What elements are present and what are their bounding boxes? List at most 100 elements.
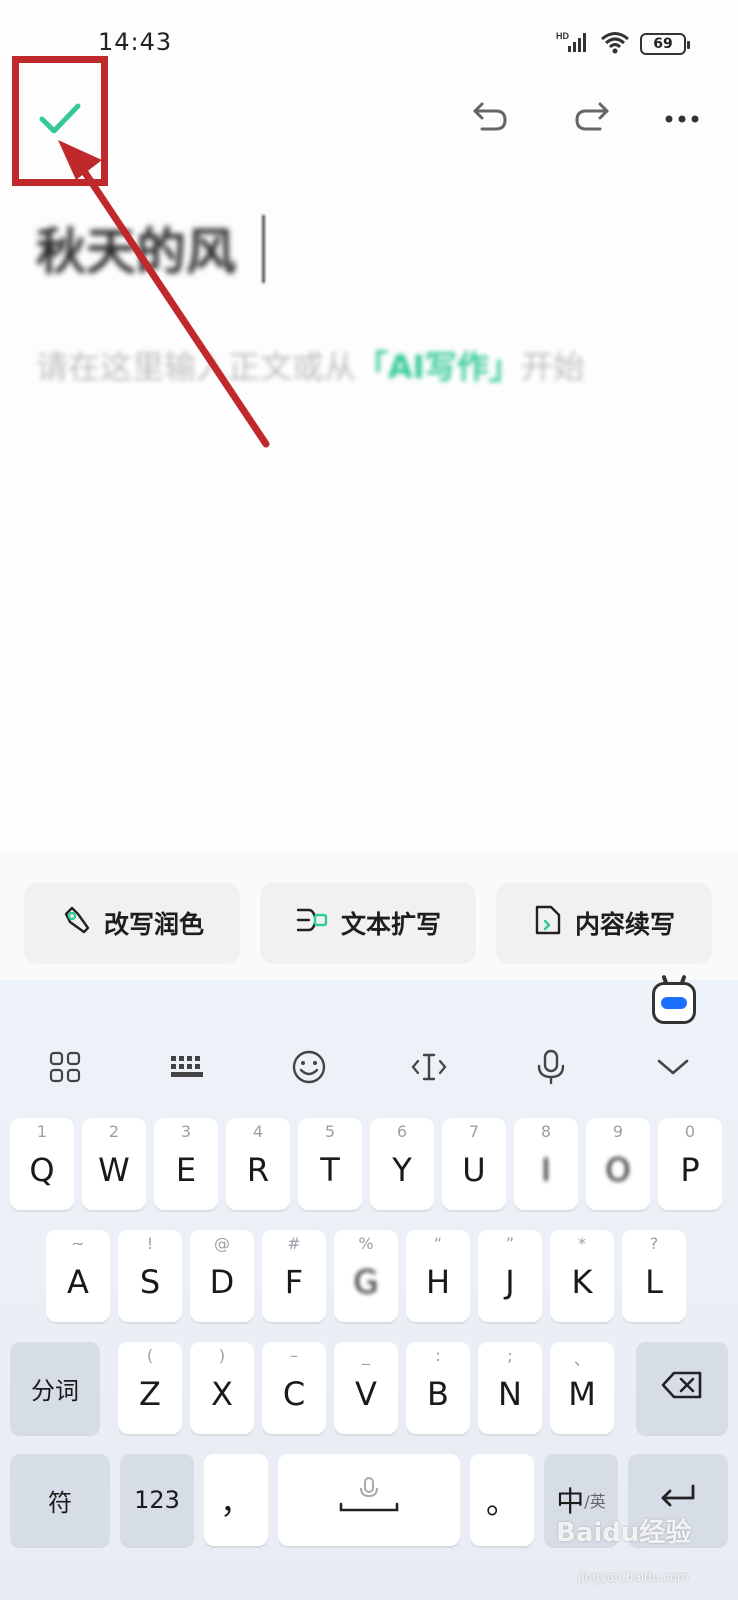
key-label: E [175, 1151, 197, 1189]
key-label: J [505, 1263, 515, 1301]
key-g[interactable]: % G [334, 1230, 398, 1322]
space-key[interactable] [278, 1454, 460, 1546]
smiley-icon [291, 1049, 327, 1089]
key-c[interactable]: – C [262, 1342, 326, 1434]
key-i[interactable]: 8I [514, 1118, 578, 1210]
key-hint: ~ [71, 1234, 85, 1253]
key-j[interactable]: ” J [478, 1230, 542, 1322]
key-d[interactable]: @ D [190, 1230, 254, 1322]
keyboard-layout-button[interactable] [162, 1044, 212, 1094]
apps-grid-button[interactable] [40, 1044, 90, 1094]
status-time: 14:43 [98, 28, 173, 56]
ai-assistant-icon[interactable] [652, 982, 696, 1024]
key-hint: # [287, 1234, 301, 1253]
check-icon [38, 101, 82, 141]
key-label: R [246, 1151, 270, 1189]
status-icons: HD 69 [556, 30, 690, 58]
backspace-key[interactable] [636, 1342, 728, 1434]
ai-action-label: 内容续写 [574, 910, 675, 939]
key-hint: 9 [612, 1122, 624, 1141]
key-u[interactable]: 7U [442, 1118, 506, 1210]
key-hint: ; [507, 1346, 513, 1365]
key-h[interactable]: “H [406, 1230, 470, 1322]
key-y[interactable]: 6Y [370, 1118, 434, 1210]
key-n[interactable]: ; N [478, 1342, 542, 1434]
key-hint: : [435, 1346, 441, 1365]
more-button[interactable] [654, 90, 710, 146]
emoji-button[interactable] [284, 1044, 334, 1094]
key-f[interactable]: # F [262, 1230, 326, 1322]
note-title[interactable]: 秋天的风 [36, 212, 236, 284]
key-hint: 2 [108, 1122, 120, 1141]
redo-button[interactable] [564, 90, 620, 146]
key-l[interactable]: ? L [622, 1230, 686, 1322]
key-hint: 6 [396, 1122, 408, 1141]
key-hint: % [358, 1234, 374, 1253]
wifi-icon [600, 30, 630, 58]
key-v[interactable]: _ V [334, 1342, 398, 1434]
key-hint: * [578, 1234, 586, 1253]
text-caret [262, 215, 265, 283]
body-placeholder[interactable]: 请在这里输入正文或从「AI写作」开始 [36, 342, 585, 388]
key-b[interactable]: :B [406, 1342, 470, 1434]
key-p[interactable]: 0P [658, 1118, 722, 1210]
continue-doc-icon [533, 903, 563, 943]
voice-input-button[interactable] [526, 1044, 576, 1094]
key-hint: _ [362, 1346, 370, 1365]
key-x[interactable]: ) X [190, 1342, 254, 1434]
symbols-key[interactable]: 符 [10, 1454, 110, 1546]
done-button[interactable] [12, 56, 108, 186]
hide-keyboard-button[interactable] [648, 1044, 698, 1094]
key-label: Q [29, 1151, 55, 1189]
key-a[interactable]: ~ A [46, 1230, 110, 1322]
undo-button[interactable] [462, 90, 518, 146]
rewrite-polish-button[interactable]: 改写润色 [24, 882, 240, 964]
key-m[interactable]: 、 M [550, 1342, 614, 1434]
key-hint: 、 [573, 1350, 590, 1369]
key-e[interactable]: 3E [154, 1118, 218, 1210]
key-hint: @ [214, 1234, 230, 1253]
key-r[interactable]: 4R [226, 1118, 290, 1210]
placeholder-suffix: 开始 [520, 348, 585, 386]
key-label: H [425, 1263, 451, 1301]
text-cursor-icon [410, 1051, 448, 1087]
expand-text-icon [295, 905, 329, 941]
key-label: 分词 [31, 1376, 79, 1405]
key-q[interactable]: 1Q [10, 1118, 74, 1210]
cursor-move-button[interactable] [404, 1044, 454, 1094]
comma-key[interactable]: ， [204, 1454, 268, 1546]
key-label: T [320, 1151, 340, 1189]
key-o[interactable]: 9O [586, 1118, 650, 1210]
space-mic-icon [337, 1476, 401, 1524]
magic-wand-icon [60, 904, 92, 942]
key-t[interactable]: 5T [298, 1118, 362, 1210]
more-icon [664, 109, 700, 128]
key-k[interactable]: * K [550, 1230, 614, 1322]
placeholder-prefix: 请在这里输入正文或从 [36, 348, 357, 386]
status-bar: 14:43 HD 69 [0, 0, 738, 80]
split-word-key[interactable]: 分词 [10, 1342, 100, 1434]
key-z[interactable]: (Z [118, 1342, 182, 1434]
key-label: K [571, 1263, 593, 1301]
key-hint: “ [433, 1234, 443, 1253]
key-label: Y [392, 1151, 412, 1189]
continue-writing-button[interactable]: 内容续写 [496, 882, 712, 964]
key-hint: ! [146, 1234, 154, 1253]
key-label: L [645, 1263, 663, 1301]
bot-eyes [661, 997, 687, 1009]
key-label: G [353, 1263, 379, 1301]
key-label: D [209, 1263, 235, 1301]
expand-text-button[interactable]: 文本扩写 [260, 882, 476, 964]
key-hint: 7 [468, 1122, 480, 1141]
key-label: W [98, 1151, 130, 1189]
key-s[interactable]: ! S [118, 1230, 182, 1322]
key-w[interactable]: 2W [82, 1118, 146, 1210]
numbers-key[interactable]: 123 [120, 1454, 194, 1546]
watermark-sub: jingyan.baidu.com [578, 1570, 689, 1584]
period-key[interactable]: 。 [470, 1454, 534, 1546]
key-label: 。 [485, 1483, 518, 1521]
ai-writing-link[interactable]: 「AI写作」 [356, 348, 521, 386]
keyboard-icon [169, 1054, 205, 1084]
ai-action-label: 文本扩写 [340, 910, 441, 939]
grid-icon [48, 1050, 82, 1088]
